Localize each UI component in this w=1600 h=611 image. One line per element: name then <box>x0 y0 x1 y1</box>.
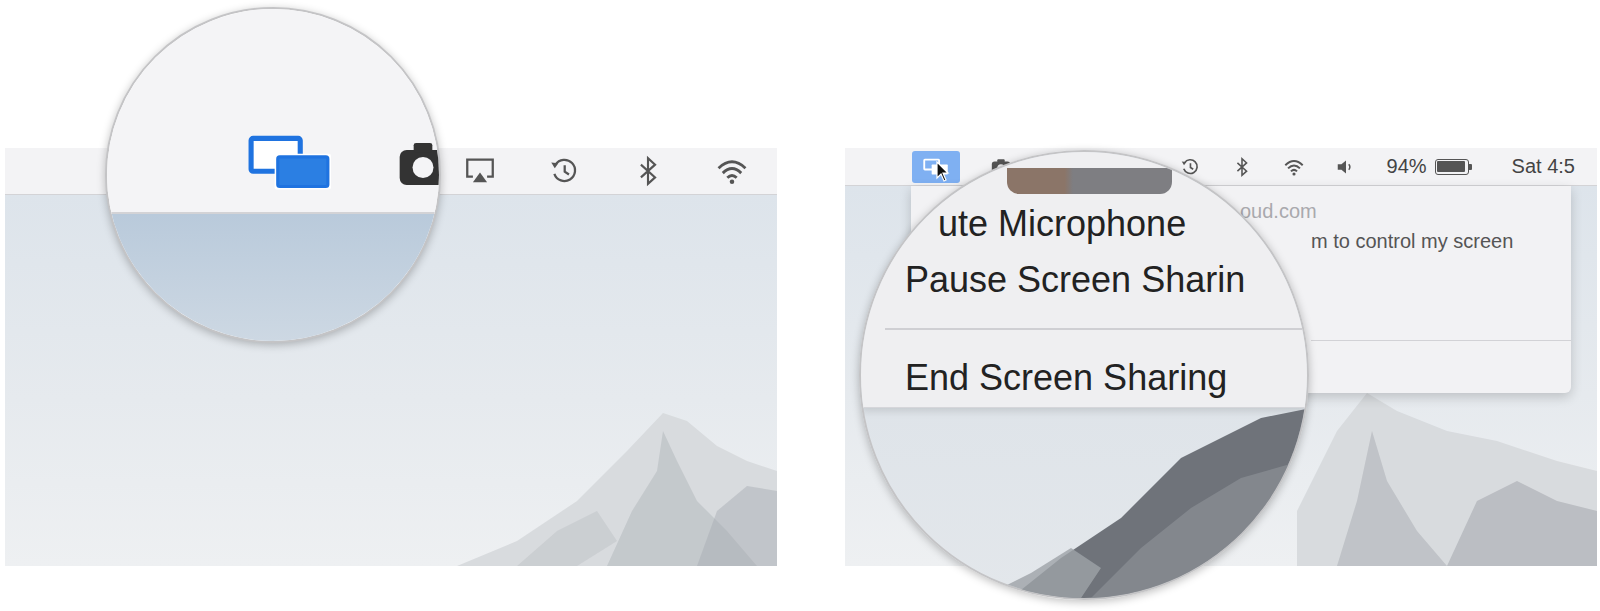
mountain-wallpaper <box>457 391 777 566</box>
menu-bar-clock[interactable]: Sat 4:5 <box>1512 155 1575 178</box>
screen-sharing-icon <box>247 134 333 192</box>
menu-item[interactable]: ute Microphone <box>905 196 1287 252</box>
wifi-icon[interactable] <box>715 154 749 188</box>
menu-item[interactable]: End Screen Sharing <box>905 350 1287 406</box>
battery-percentage: 94% <box>1387 155 1427 178</box>
battery-status[interactable]: 94% <box>1387 155 1472 178</box>
zoomed-mountain <box>861 398 1309 598</box>
volume-icon[interactable] <box>1335 156 1357 178</box>
battery-icon <box>1435 159 1469 175</box>
time-machine-icon[interactable] <box>547 154 581 188</box>
screenshot-page: 94%Sat 4:5oud.comm to control my screenu… <box>0 0 1600 611</box>
mountain-wallpaper <box>1297 391 1597 566</box>
zoomed-menu-items: ute MicrophonePause Screen Sharin End Scr… <box>905 196 1287 406</box>
menu-separator <box>885 328 1309 330</box>
magnifier-circle: ute MicrophonePause Screen Sharin End Scr… <box>859 150 1309 600</box>
airplay-icon[interactable] <box>463 154 497 188</box>
zoomed-avatar <box>1007 168 1172 194</box>
screen-sharing-menu-extra[interactable] <box>247 134 333 192</box>
battery-fill <box>1437 161 1465 172</box>
magnifier-circle <box>105 7 441 343</box>
bluetooth-icon[interactable] <box>631 154 665 188</box>
menu-item[interactable]: Pause Screen Sharin <box>905 252 1287 308</box>
camera-icon[interactable] <box>395 136 441 192</box>
battery-nub <box>1469 164 1472 170</box>
zoomed-menu-bar <box>107 9 439 214</box>
menu-separator <box>1311 340 1571 341</box>
status-icons <box>463 154 777 188</box>
